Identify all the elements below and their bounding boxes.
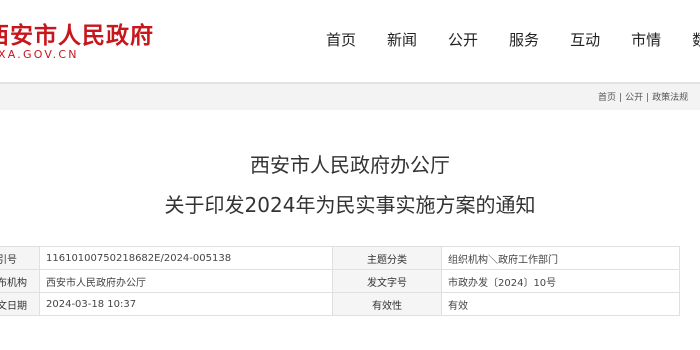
meta-label-date: 成文日期	[0, 292, 40, 316]
document-title-issuer: 西安市人民政府办公厅	[250, 153, 450, 177]
site-logo-title[interactable]: 西安市人民政府	[0, 16, 154, 50]
document-title-subject: 关于印发2024年为民实事实施方案的通知	[164, 193, 536, 217]
breadcrumb: 首页 | 公开 | 政策法规	[598, 90, 688, 103]
breadcrumb-separator: |	[619, 93, 623, 103]
breadcrumb-bar: 首页 | 公开 | 政策法规	[0, 84, 700, 110]
nav-item-city[interactable]: 市情	[631, 30, 661, 50]
meta-value-date: 2024-03-18 10:37	[39, 292, 333, 316]
meta-value-publisher: 西安市人民政府办公厅	[39, 269, 333, 293]
nav-item-news[interactable]: 新闻	[387, 30, 417, 50]
table-row: 索引号 11610100750218682E/2024-005138 主题分类 …	[0, 246, 680, 270]
meta-label-index: 索引号	[0, 246, 40, 270]
site-header: 西安市人民政府 XA.GOV.CN 首页 新闻 公开 服务 互动 市情 数据	[0, 0, 700, 80]
breadcrumb-home[interactable]: 首页	[598, 93, 616, 103]
meta-label-validity: 有效性	[332, 292, 442, 316]
nav-item-data[interactable]: 数据	[692, 30, 700, 50]
meta-value-doc-number: 市政办发〔2024〕10号	[441, 269, 680, 293]
breadcrumb-separator: |	[646, 93, 650, 103]
document-meta-table: 索引号 11610100750218682E/2024-005138 主题分类 …	[0, 246, 680, 316]
meta-label-category: 主题分类	[332, 246, 442, 270]
nav-item-home[interactable]: 首页	[326, 30, 356, 50]
breadcrumb-policy[interactable]: 政策法规	[652, 93, 688, 103]
breadcrumb-public[interactable]: 公开	[625, 93, 643, 103]
meta-value-category: 组织机构＼政府工作部门	[441, 246, 680, 270]
table-row: 发布机构 西安市人民政府办公厅 发文字号 市政办发〔2024〕10号	[0, 269, 680, 293]
meta-value-validity: 有效	[441, 292, 680, 316]
site-logo-domain: XA.GOV.CN	[0, 48, 79, 61]
meta-value-index: 11610100750218682E/2024-005138	[39, 246, 333, 270]
nav-item-public[interactable]: 公开	[448, 30, 478, 50]
nav-item-interact[interactable]: 互动	[570, 30, 600, 50]
meta-label-publisher: 发布机构	[0, 269, 40, 293]
main-nav: 首页 新闻 公开 服务 互动 市情 数据	[326, 30, 700, 50]
nav-item-service[interactable]: 服务	[509, 30, 539, 50]
table-row: 成文日期 2024-03-18 10:37 有效性 有效	[0, 292, 680, 316]
document-title: 西安市人民政府办公厅 关于印发2024年为民实事实施方案的通知	[0, 150, 700, 222]
meta-label-doc-number: 发文字号	[332, 269, 442, 293]
